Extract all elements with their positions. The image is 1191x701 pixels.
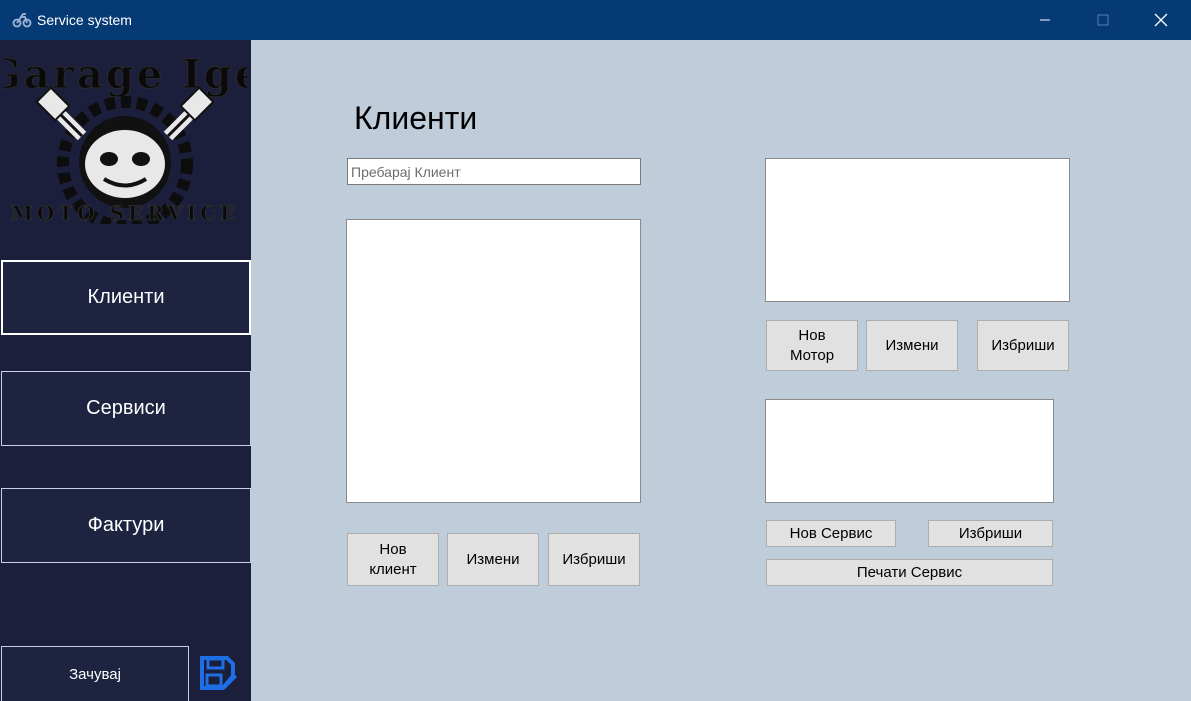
services-list[interactable] xyxy=(765,399,1054,503)
edit-client-button[interactable]: Измени xyxy=(447,533,539,586)
delete-motor-label: Избриши xyxy=(991,336,1055,354)
print-service-button[interactable]: Печати Сервис xyxy=(766,559,1053,586)
sidebar: Garage Ige MOTO SERVICE Клиенти Сервиси … xyxy=(0,40,251,701)
minimize-icon xyxy=(1040,19,1050,21)
new-service-label: Нов Сервис xyxy=(789,524,873,542)
new-motor-label: Нов Мотор xyxy=(789,326,835,364)
delete-service-button[interactable]: Избриши xyxy=(928,520,1053,547)
page-title: Клиенти xyxy=(354,100,478,136)
new-client-button[interactable]: Нов клиент xyxy=(347,533,439,586)
edit-motor-button[interactable]: Измени xyxy=(866,320,958,371)
edit-client-label: Измени xyxy=(466,550,520,568)
save-button-label: Зачувај xyxy=(69,665,121,683)
svg-text:Garage Ige: Garage Ige xyxy=(4,51,247,98)
delete-client-button[interactable]: Избриши xyxy=(548,533,640,586)
new-client-label: Нов клиент xyxy=(369,540,417,578)
sidebar-item-invoices[interactable]: Фактури xyxy=(1,488,251,563)
sidebar-item-label: Сервиси xyxy=(86,397,166,419)
new-service-button[interactable]: Нов Сервис xyxy=(766,520,896,547)
sidebar-item-label: Клиенти xyxy=(87,286,165,308)
motorcycle-app-icon xyxy=(12,13,32,28)
print-service-label: Печати Сервис xyxy=(856,563,963,581)
maximize-button[interactable] xyxy=(1074,0,1132,40)
close-icon xyxy=(1154,13,1168,27)
motors-list[interactable] xyxy=(765,158,1070,302)
close-button[interactable] xyxy=(1132,0,1190,40)
edit-motor-label: Измени xyxy=(885,336,939,354)
floppy-disk-edit-icon[interactable] xyxy=(199,656,239,692)
sidebar-item-label: Фактури xyxy=(87,514,165,536)
new-motor-button[interactable]: Нов Мотор xyxy=(766,320,858,371)
client-search-input[interactable] xyxy=(347,158,641,185)
save-button[interactable]: Зачувај xyxy=(1,646,189,701)
sidebar-item-clients[interactable]: Клиенти xyxy=(1,260,251,335)
clients-list[interactable] xyxy=(346,219,641,503)
sidebar-item-services[interactable]: Сервиси xyxy=(1,371,251,446)
svg-text:MOTO SERVICE: MOTO SERVICE xyxy=(11,201,239,224)
minimize-button[interactable] xyxy=(1016,0,1074,40)
window-title: Service system xyxy=(37,12,132,28)
maximize-icon xyxy=(1097,14,1109,26)
garage-logo: Garage Ige MOTO SERVICE xyxy=(4,51,247,224)
delete-motor-button[interactable]: Избриши xyxy=(977,320,1069,371)
delete-client-label: Избриши xyxy=(562,550,626,568)
title-bar: Service system xyxy=(0,0,1191,40)
delete-service-label: Избриши xyxy=(958,524,1023,542)
